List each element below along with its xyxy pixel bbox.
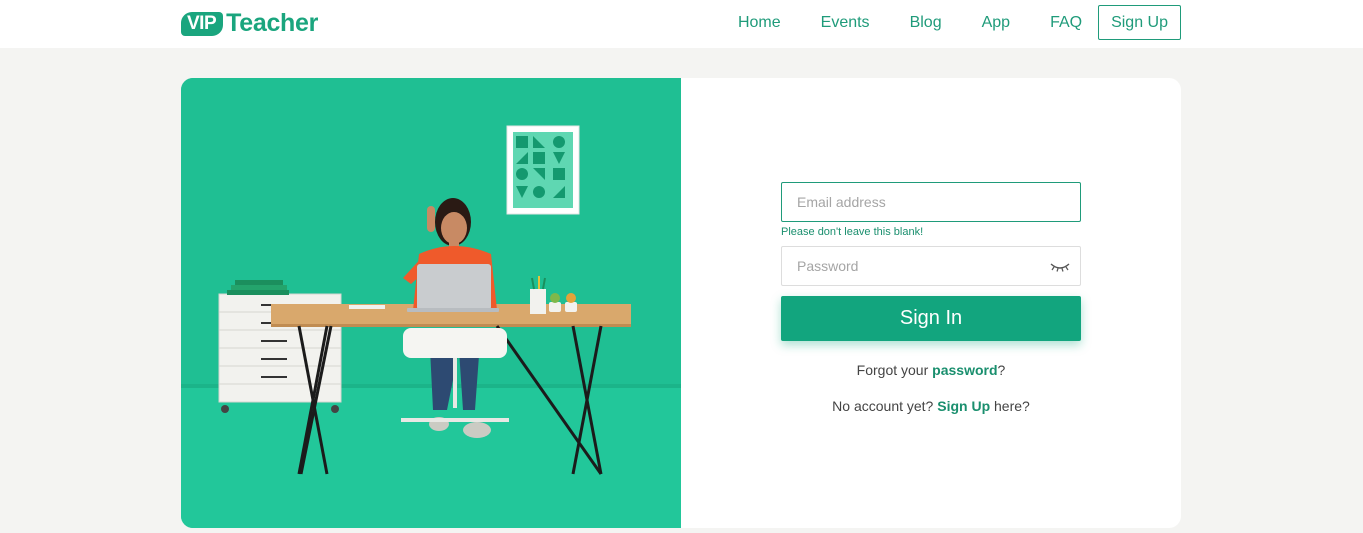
site-logo[interactable]: VIP Teacher (181, 9, 318, 38)
nav-signup-button[interactable]: Sign Up (1098, 5, 1181, 40)
sign-in-button[interactable]: Sign In (781, 296, 1081, 341)
nav-link-blog[interactable]: Blog (910, 5, 942, 40)
noacct-suffix: here? (990, 398, 1030, 414)
noacct-prefix: No account yet? (832, 398, 938, 414)
password-input[interactable] (782, 247, 1080, 285)
login-form: Please don't leave this blank! Sign In F… (681, 78, 1181, 528)
forgot-password-link[interactable]: password (932, 362, 997, 378)
nav-link-home[interactable]: Home (738, 5, 781, 40)
main-nav: Home Events Blog App FAQ Sign Up (738, 5, 1181, 40)
email-error-message: Please don't leave this blank! (781, 226, 924, 238)
logo-text: Teacher (226, 9, 319, 37)
nav-link-events[interactable]: Events (821, 5, 870, 40)
logo-badge: VIP (181, 11, 224, 36)
forgot-password-row: Forgot your password? (681, 362, 1181, 378)
email-input[interactable] (782, 183, 1080, 221)
password-field[interactable] (781, 246, 1081, 286)
forgot-prefix: Forgot your (856, 362, 933, 378)
no-account-row: No account yet? Sign Up here? (681, 398, 1181, 414)
email-field[interactable] (781, 182, 1081, 222)
eye-closed-icon[interactable] (1050, 259, 1070, 273)
login-card: Please don't leave this blank! Sign In F… (181, 78, 1181, 528)
nav-link-app[interactable]: App (982, 5, 1010, 40)
signup-link[interactable]: Sign Up (937, 398, 990, 414)
nav-link-faq[interactable]: FAQ (1050, 5, 1082, 40)
hero-illustration (181, 78, 681, 528)
forgot-suffix: ? (997, 362, 1006, 378)
office-scene-illustration (181, 78, 681, 528)
top-nav-bar: VIP Teacher Home Events Blog App FAQ Sig… (0, 0, 1363, 48)
